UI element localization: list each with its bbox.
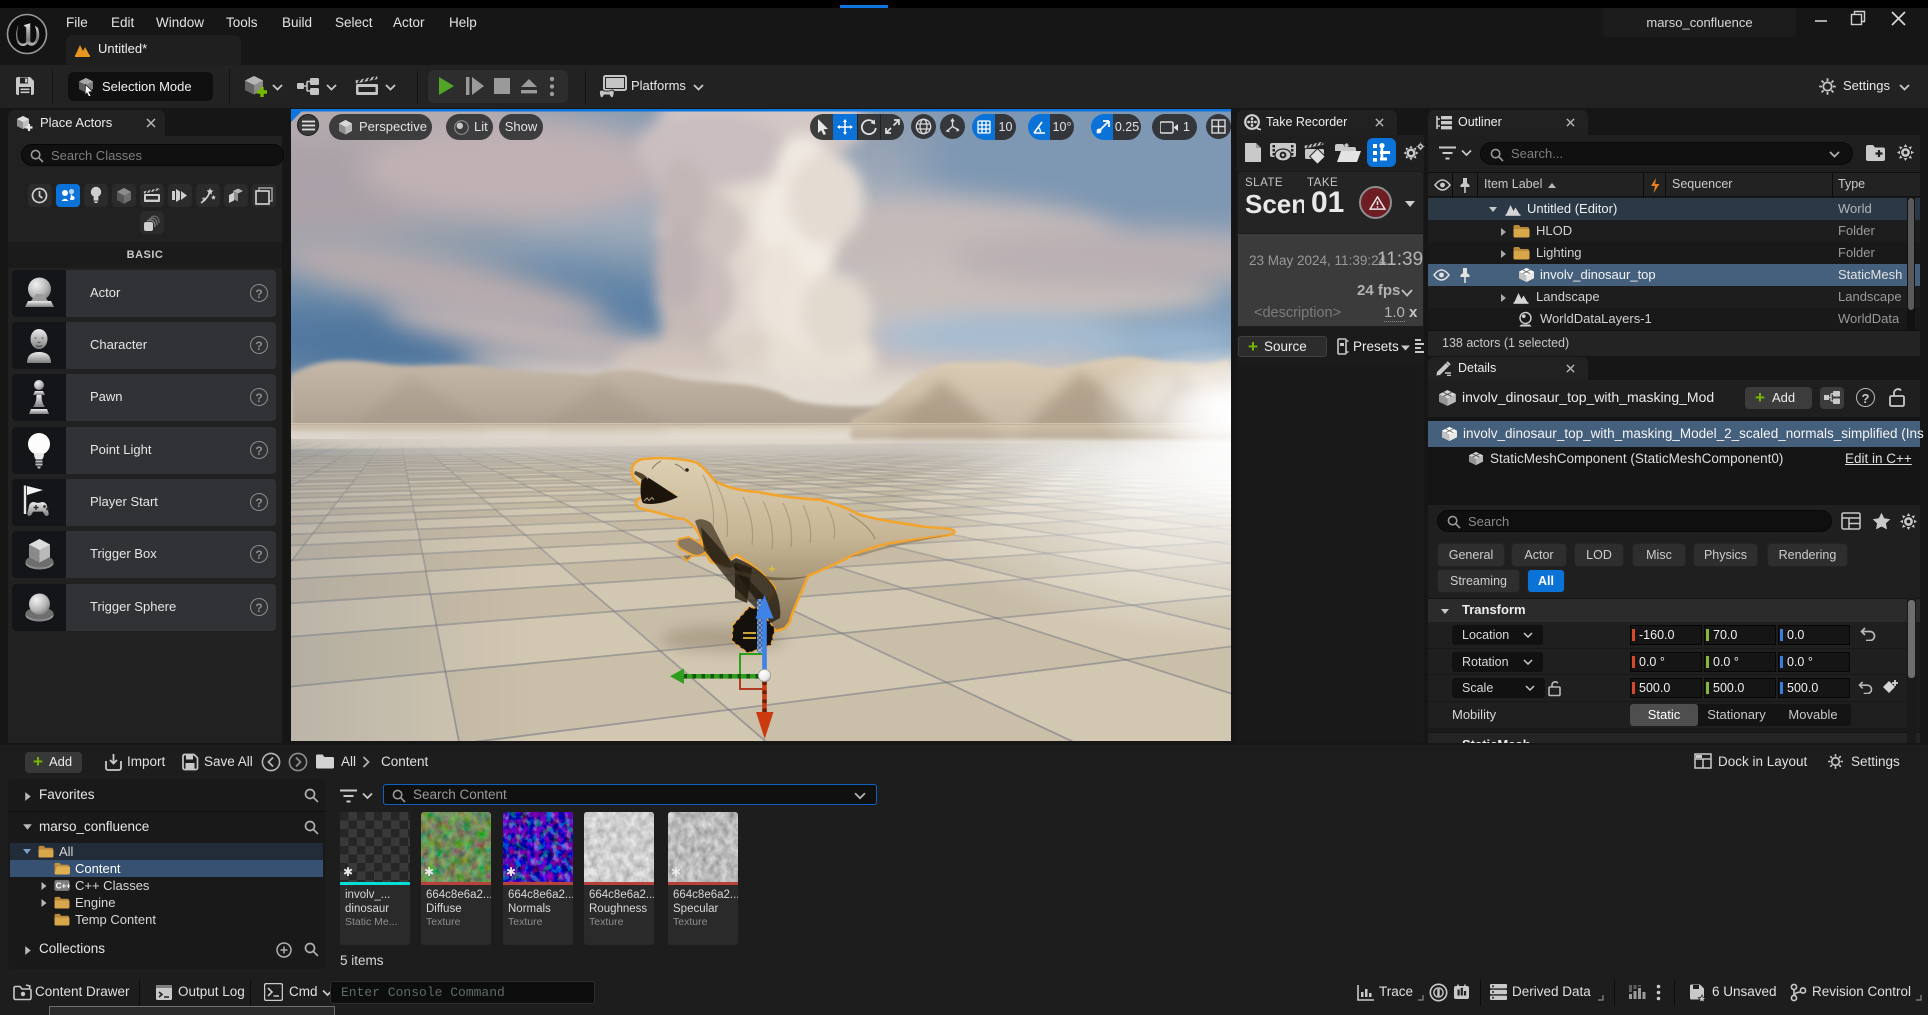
svg-text:C++: C++ — [56, 882, 70, 891]
